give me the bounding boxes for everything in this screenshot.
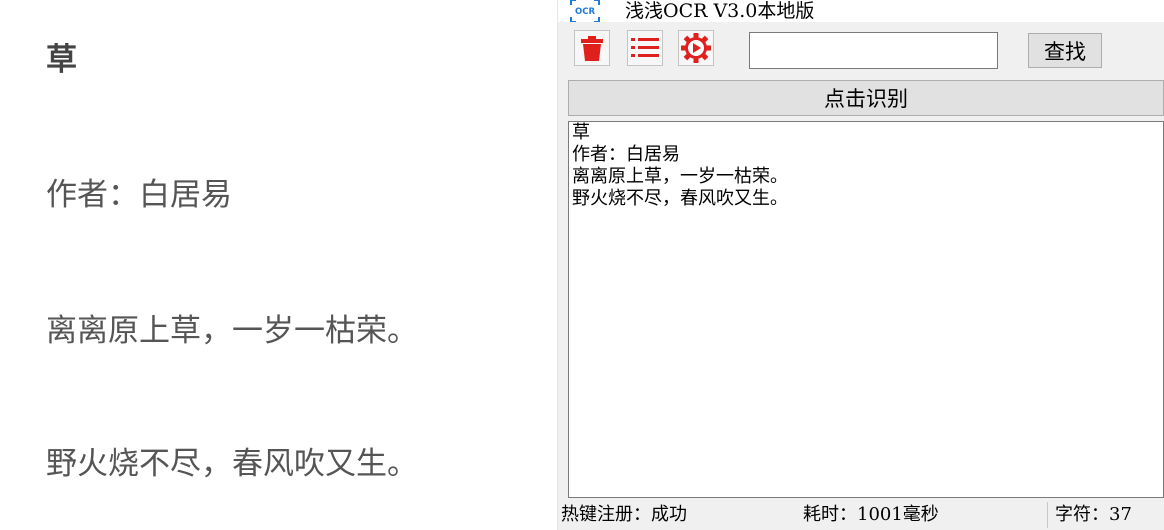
result-line: 草 (572, 122, 590, 143)
recognize-button[interactable]: 点击识别 (568, 80, 1164, 116)
settings-button[interactable] (678, 30, 714, 66)
poem-title: 草 (46, 42, 77, 78)
result-line: 作者：白居易 (572, 144, 680, 165)
clear-button[interactable] (574, 30, 610, 66)
document-pane: 草 作者：白居易 离离原上草，一岁一枯荣。 野火烧不尽，春风吹又生。 (0, 0, 558, 530)
ocr-app-window: OCR 浅浅OCR V3.0本地版 查找 点击识别 草 作者：白居易 离离原上草… (558, 0, 1164, 530)
gear-icon (681, 33, 711, 63)
ocr-logo-icon: OCR (570, 0, 600, 23)
search-input[interactable] (749, 32, 998, 69)
trash-icon (581, 36, 603, 61)
window-title: 浅浅OCR V3.0本地版 (625, 0, 815, 22)
list-button[interactable] (627, 30, 663, 66)
ocr-logo-text: OCR (575, 7, 595, 17)
toolbar: 查找 (558, 22, 1164, 80)
title-bar: OCR 浅浅OCR V3.0本地版 (558, 0, 1164, 23)
elapsed-time-status: 耗时：1001毫秒 (803, 504, 939, 525)
poem-author-line: 作者：白居易 (46, 177, 232, 213)
poem-line-2: 野火烧不尽，春风吹又生。 (46, 446, 418, 482)
poem-line-1: 离离原上草，一岁一枯荣。 (46, 313, 418, 349)
list-icon (631, 38, 659, 57)
result-line: 野火烧不尽，春风吹又生。 (572, 188, 788, 209)
result-textarea[interactable]: 草 作者：白居易 离离原上草，一岁一枯荣。 野火烧不尽，春风吹又生。 (568, 121, 1164, 498)
status-divider (1047, 502, 1048, 528)
result-line: 离离原上草，一岁一枯荣。 (572, 166, 788, 187)
status-bar: 热键注册：成功 耗时：1001毫秒 字符：37 (558, 500, 1164, 530)
char-count-status: 字符：37 (1055, 504, 1132, 525)
hotkey-status: 热键注册：成功 (561, 504, 687, 525)
search-button[interactable]: 查找 (1028, 33, 1102, 68)
